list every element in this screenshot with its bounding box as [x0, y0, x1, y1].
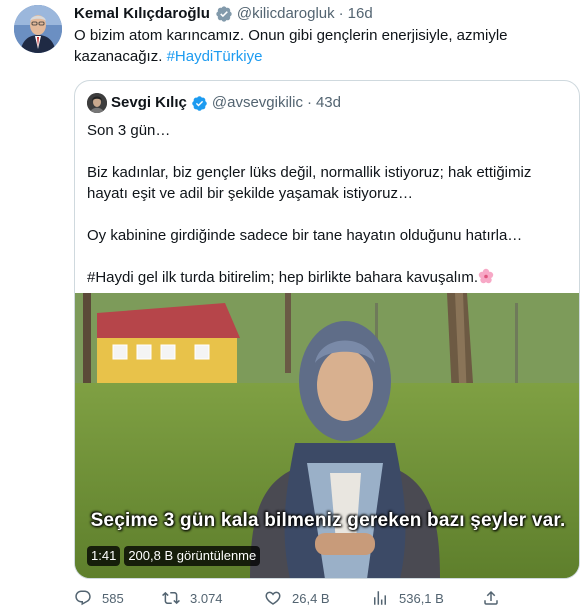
- cherry-blossom-icon: [478, 268, 494, 290]
- quoted-tweet-text: Son 3 gün… Biz kadınlar, biz gençler lük…: [87, 120, 567, 290]
- tweet-time[interactable]: 16d: [348, 4, 373, 24]
- tweet: Kemal Kılıçdaroğlu @kilicdarogluk · 16d …: [0, 0, 583, 616]
- tweet-text: O bizim atom karıncamız. Onun gibi gençl…: [74, 25, 564, 67]
- quoted-author-avatar[interactable]: [87, 93, 107, 113]
- verified-badge-icon[interactable]: [215, 5, 233, 23]
- video-subtitle: Seçime 3 gün kala bilmeniz gereken bazı …: [90, 510, 566, 531]
- quoted-line-text: #Haydi gel ilk turda bitirelim; hep birl…: [87, 269, 479, 286]
- quoted-author-name: Sevgi Kılıç: [111, 94, 187, 111]
- quoted-tweet-header: Sevgi Kılıç @avsevgikilic · 43d: [87, 93, 341, 113]
- quoted-tweet[interactable]: Sevgi Kılıç @avsevgikilic · 43d Son 3 gü…: [74, 80, 580, 579]
- tweet-header: Kemal Kılıçdaroğlu @kilicdarogluk · 16d: [74, 4, 373, 24]
- retweet-button[interactable]: 3.074: [162, 589, 223, 607]
- quoted-line: Biz kadınlar, biz gençler lüks değil, no…: [87, 164, 532, 202]
- quoted-line: Son 3 gün…: [87, 122, 171, 139]
- tweet-actions: 585 3.074 26,4 B 536,1 B: [74, 589, 580, 613]
- video-duration-badge: 1:41: [87, 546, 121, 566]
- share-button[interactable]: [482, 589, 510, 607]
- quoted-tweet-time: 43d: [315, 94, 341, 111]
- video-views-badge: 200,8 B görüntülenme: [124, 546, 261, 566]
- like-count: 26,4 B: [292, 590, 330, 606]
- analytics-icon: [374, 591, 386, 605]
- reply-icon: [75, 590, 91, 606]
- reply-count: 585: [102, 590, 124, 606]
- retweet-icon: [162, 591, 180, 605]
- tweet-text-main: O bizim atom karıncamız. Onun gibi gençl…: [74, 27, 508, 65]
- views-count: 536,1 B: [399, 590, 444, 606]
- reply-button[interactable]: 585: [74, 589, 124, 607]
- hashtag-link[interactable]: #HaydiTürkiye: [167, 48, 263, 65]
- separator-dot: ·: [306, 94, 312, 111]
- retweet-count: 3.074: [190, 590, 223, 606]
- views-button[interactable]: 536,1 B: [371, 589, 444, 607]
- author-avatar[interactable]: [14, 5, 62, 53]
- author-name[interactable]: Kemal Kılıçdaroğlu: [74, 4, 210, 24]
- quoted-line: #Haydi gel ilk turda bitirelim; hep birl…: [87, 267, 567, 290]
- heart-icon: [265, 591, 281, 605]
- quoted-line: Oy kabinine girdiğinde sadece bir tane h…: [87, 227, 523, 244]
- video-player[interactable]: Seçime 3 gün kala bilmeniz gereken bazı …: [75, 293, 579, 578]
- video-meta: 1:41 200,8 B görüntülenme: [87, 546, 261, 566]
- separator-dot: ·: [338, 5, 344, 22]
- author-handle[interactable]: @kilicdarogluk: [237, 4, 335, 24]
- verified-badge-icon: [191, 95, 208, 112]
- video-thumbnail: [75, 293, 579, 578]
- like-button[interactable]: 26,4 B: [264, 589, 330, 607]
- quoted-author-handle: @avsevgikilic: [211, 94, 303, 111]
- share-icon: [484, 590, 498, 605]
